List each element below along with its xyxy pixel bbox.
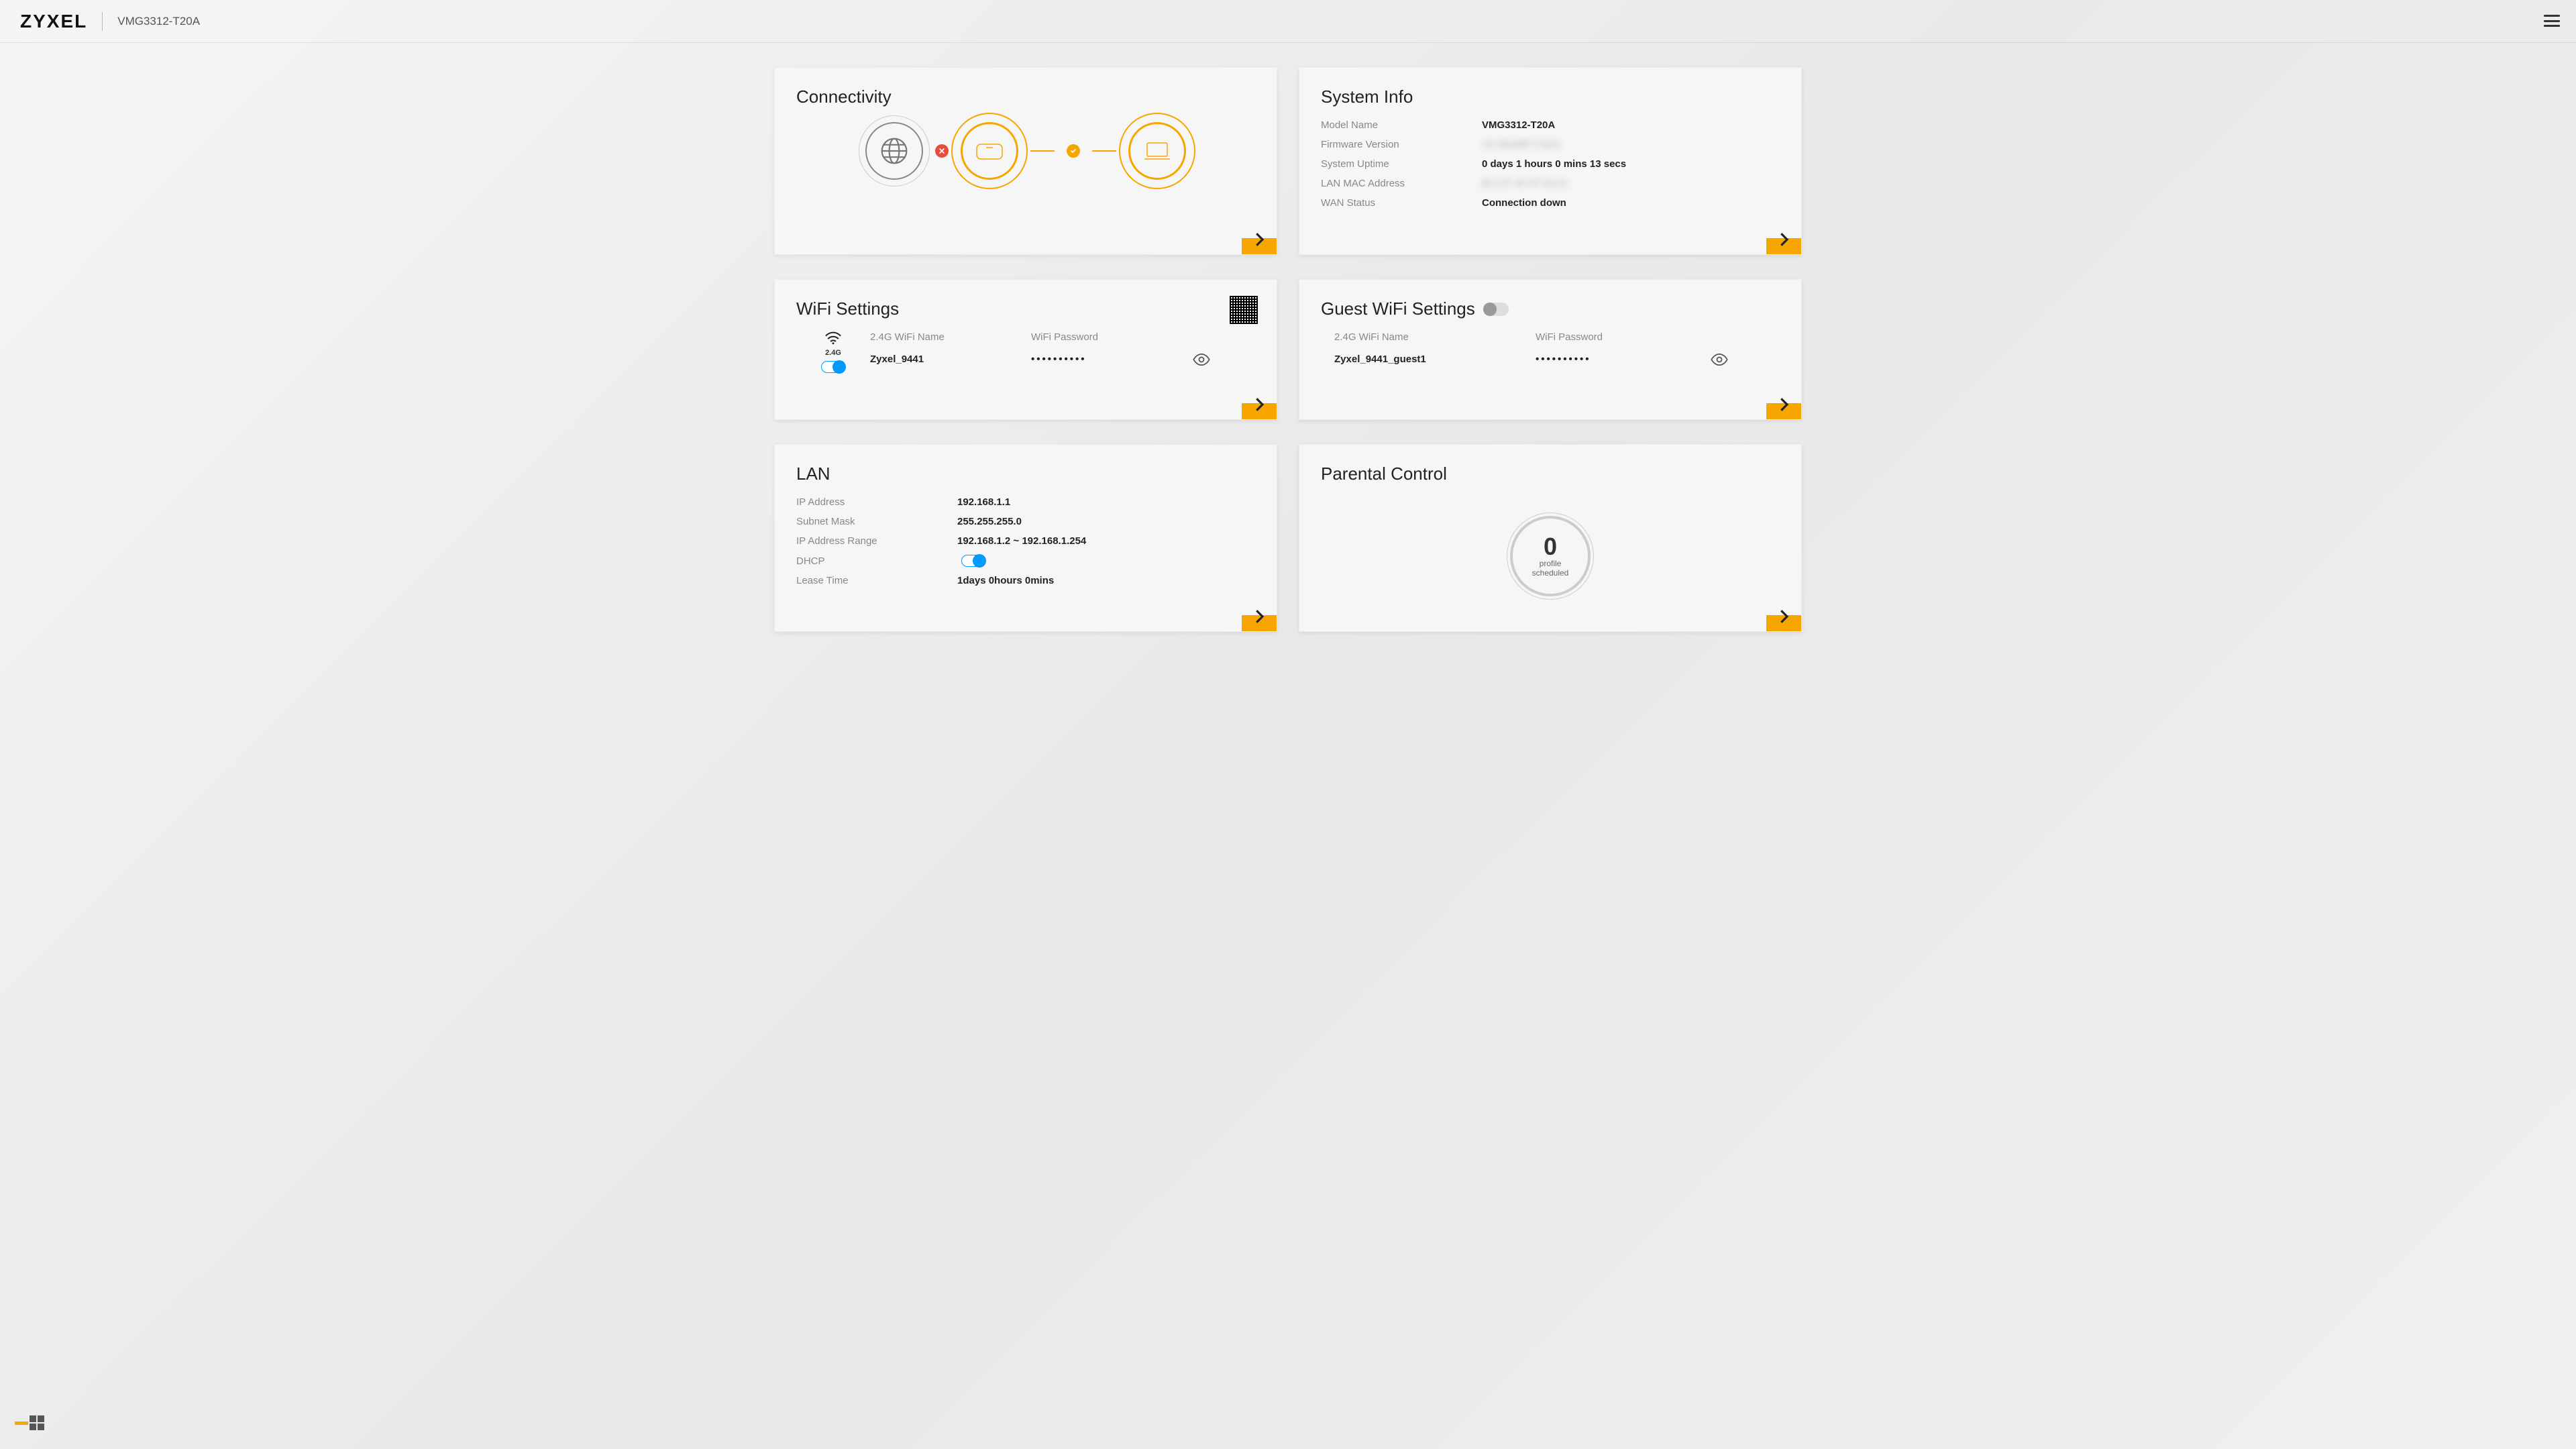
wifi-qr-icon[interactable]	[1230, 296, 1258, 324]
wifi-pass-value: ••••••••••	[1031, 354, 1192, 365]
menu-icon[interactable]	[2544, 15, 2560, 27]
sysinfo-mac-value: BC:CF:4F:97:94:41	[1482, 178, 1780, 189]
guest-wifi-show-password-icon[interactable]	[1710, 350, 1750, 372]
parental-count: 0	[1544, 535, 1557, 559]
guest-wifi-name-label: 2.4G WiFi Name	[1334, 331, 1536, 343]
header-divider	[102, 12, 103, 31]
launcher-icon[interactable]	[15, 1415, 44, 1430]
model-name: VMG3312-T20A	[117, 15, 200, 28]
wifi-name-value: Zyxel_9441	[870, 354, 1031, 365]
guest-wifi-pass-label: WiFi Password	[1536, 331, 1710, 343]
lan-dhcp-toggle[interactable]	[961, 555, 985, 567]
guest-wifi-pass-value: ••••••••••	[1536, 354, 1710, 365]
lan-dhcp-label: DHCP	[796, 555, 957, 567]
internet-node-icon	[865, 122, 923, 180]
lan-arrow-button[interactable]	[1242, 615, 1277, 631]
guest-wifi-name-value: Zyxel_9441_guest1	[1334, 354, 1536, 365]
wifi-arrow-button[interactable]	[1242, 403, 1277, 419]
parental-line2: scheduled	[1532, 568, 1569, 578]
card-title-lan: LAN	[796, 464, 1255, 484]
guest-wifi-title-text: Guest WiFi Settings	[1321, 299, 1475, 319]
lan-mask-label: Subnet Mask	[796, 516, 957, 527]
card-title-connectivity: Connectivity	[796, 87, 1255, 107]
connectivity-arrow-button[interactable]	[1242, 238, 1277, 254]
header-bar: ZYXEL VMG3312-T20A	[0, 0, 2576, 43]
sysinfo-wan-label: WAN Status	[1321, 197, 1482, 209]
wifi-show-password-icon[interactable]	[1192, 350, 1232, 372]
card-connectivity: Connectivity	[774, 67, 1277, 255]
wifi-name-label: 2.4G WiFi Name	[870, 331, 1031, 343]
card-parental-control: Parental Control 0 profile scheduled	[1299, 444, 1802, 632]
client-node-icon	[1128, 122, 1186, 180]
lan-lease-label: Lease Time	[796, 575, 957, 586]
guest-wifi-toggle[interactable]	[1483, 303, 1509, 316]
sysinfo-fw-label: Firmware Version	[1321, 139, 1482, 150]
sysinfo-mac-label: LAN MAC Address	[1321, 178, 1482, 189]
lan-lease-value: 1days 0hours 0mins	[957, 575, 1255, 586]
lan-status-good-icon	[1067, 144, 1080, 158]
card-title-parental: Parental Control	[1321, 464, 1780, 484]
sysinfo-model-value: VMG3312-T20A	[1482, 119, 1780, 131]
lan-range-label: IP Address Range	[796, 535, 957, 547]
wifi-24g-toggle[interactable]	[821, 361, 845, 373]
sysinfo-uptime-value: 0 days 1 hours 0 mins 13 secs	[1482, 158, 1780, 170]
wifi-pass-label: WiFi Password	[1031, 331, 1192, 343]
card-title-guest-wifi: Guest WiFi Settings	[1321, 299, 1780, 319]
lan-ip-label: IP Address	[796, 496, 957, 508]
lan-link-line-2	[1092, 150, 1116, 152]
lan-ip-value: 192.168.1.1	[957, 496, 1255, 508]
sysinfo-uptime-label: System Uptime	[1321, 158, 1482, 170]
brand-logo: ZYXEL	[20, 11, 87, 32]
main-grid-wrapper: Connectivity	[0, 43, 2576, 632]
sysinfo-arrow-button[interactable]	[1766, 238, 1801, 254]
connectivity-diagram	[796, 122, 1255, 180]
card-title-wifi: WiFi Settings	[796, 299, 1255, 319]
sysinfo-model-label: Model Name	[1321, 119, 1482, 131]
sysinfo-wan-value: Connection down	[1482, 197, 1780, 209]
card-wifi-settings: WiFi Settings 2.4G 2.4G WiFi Name Zyxel_…	[774, 279, 1277, 420]
guest-wifi-arrow-button[interactable]	[1766, 403, 1801, 419]
card-system-info: System Info Model Name VMG3312-T20A Firm…	[1299, 67, 1802, 255]
parental-line1: profile	[1540, 559, 1562, 568]
lan-link-line	[1030, 150, 1055, 152]
wan-status-bad-icon	[935, 144, 949, 158]
wifi-icon	[824, 331, 843, 345]
card-title-sysinfo: System Info	[1321, 87, 1780, 107]
card-lan: LAN IP Address 192.168.1.1 Subnet Mask 2…	[774, 444, 1277, 632]
wifi-band-label: 2.4G	[825, 349, 841, 357]
parental-arrow-button[interactable]	[1766, 615, 1801, 631]
parental-profile-ring: 0 profile scheduled	[1510, 516, 1591, 596]
card-guest-wifi: Guest WiFi Settings 2.4G WiFi Name Zyxel…	[1299, 279, 1802, 420]
router-node-icon	[961, 122, 1018, 180]
lan-mask-value: 255.255.255.0	[957, 516, 1255, 527]
lan-range-value: 192.168.1.2 ~ 192.168.1.254	[957, 535, 1255, 547]
sysinfo-fw-value: V5.30(ABFT.5)C0	[1482, 139, 1780, 150]
